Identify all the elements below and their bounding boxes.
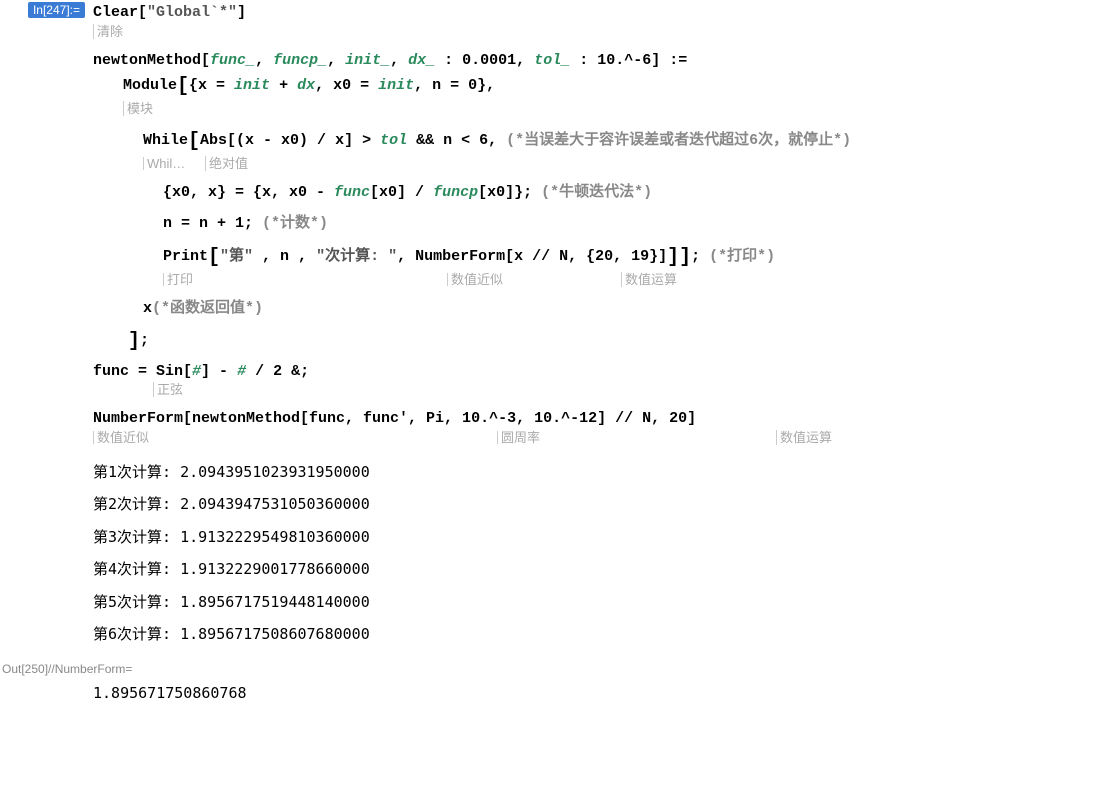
clear-line: Clear["Global`*"] (93, 2, 1119, 25)
print-line: Print["第" , n , "次计算: ", NumberForm[x //… (93, 235, 1119, 273)
print-hint: 打印数值近似数值运算 (93, 273, 1119, 286)
module-hint: 模块 (93, 102, 1119, 115)
module-line: Module[{x = init + dx, x0 = init, n = 0}… (93, 72, 1119, 102)
output-5: 第5次计算: 1.8956717519448140000 (93, 586, 1119, 619)
in-label: In[247]:= (28, 2, 85, 18)
out-label: Out[250]//NumberForm= (2, 662, 132, 676)
output-2: 第2次计算: 2.0943947531050360000 (93, 488, 1119, 521)
call-line: NumberForm[newtonMethod[func, func', Pi,… (93, 408, 1119, 431)
code-body[interactable]: Clear["Global`*"] 清除 newtonMethod[func_,… (89, 0, 1119, 655)
output-4: 第4次计算: 1.9132229001778660000 (93, 553, 1119, 586)
close-line: ]; (93, 321, 1119, 357)
out-label-row: Out[250]//NumberForm= (0, 655, 1119, 678)
sin-hint: 正弦 (93, 383, 1119, 396)
output-1: 第1次计算: 2.0943951023931950000 (93, 456, 1119, 489)
call-hint: 数值近似圆周率数值运算 (93, 431, 1119, 444)
def-line: newtonMethod[func_, funcp_, init_, dx_ :… (93, 50, 1119, 73)
while-line: While[Abs[(x - x0) / x] > tol && n < 6, … (93, 127, 1119, 157)
output-3: 第3次计算: 1.9132229549810360000 (93, 521, 1119, 554)
output-cell: 1.895671750860768 (0, 678, 1119, 714)
funcdef-line: func = Sin[#] - # / 2 &; (93, 357, 1119, 384)
output-6: 第6次计算: 1.8956717508607680000 (93, 618, 1119, 651)
in-label-col: In[247]:= (0, 0, 89, 19)
while-hint: Whil…绝对值 (93, 157, 1119, 170)
return-line: x(*函数返回值*) (93, 298, 1119, 321)
input-cell: In[247]:= Clear["Global`*"] 清除 newtonMet… (0, 0, 1119, 655)
clear-hint: 清除 (93, 25, 1119, 38)
result-value: 1.895671750860768 (93, 680, 1119, 710)
iter-line: {x0, x} = {x, x0 - func[x0] / funcp[x0]}… (93, 182, 1119, 205)
count-line: n = n + 1; (*计数*) (93, 205, 1119, 236)
